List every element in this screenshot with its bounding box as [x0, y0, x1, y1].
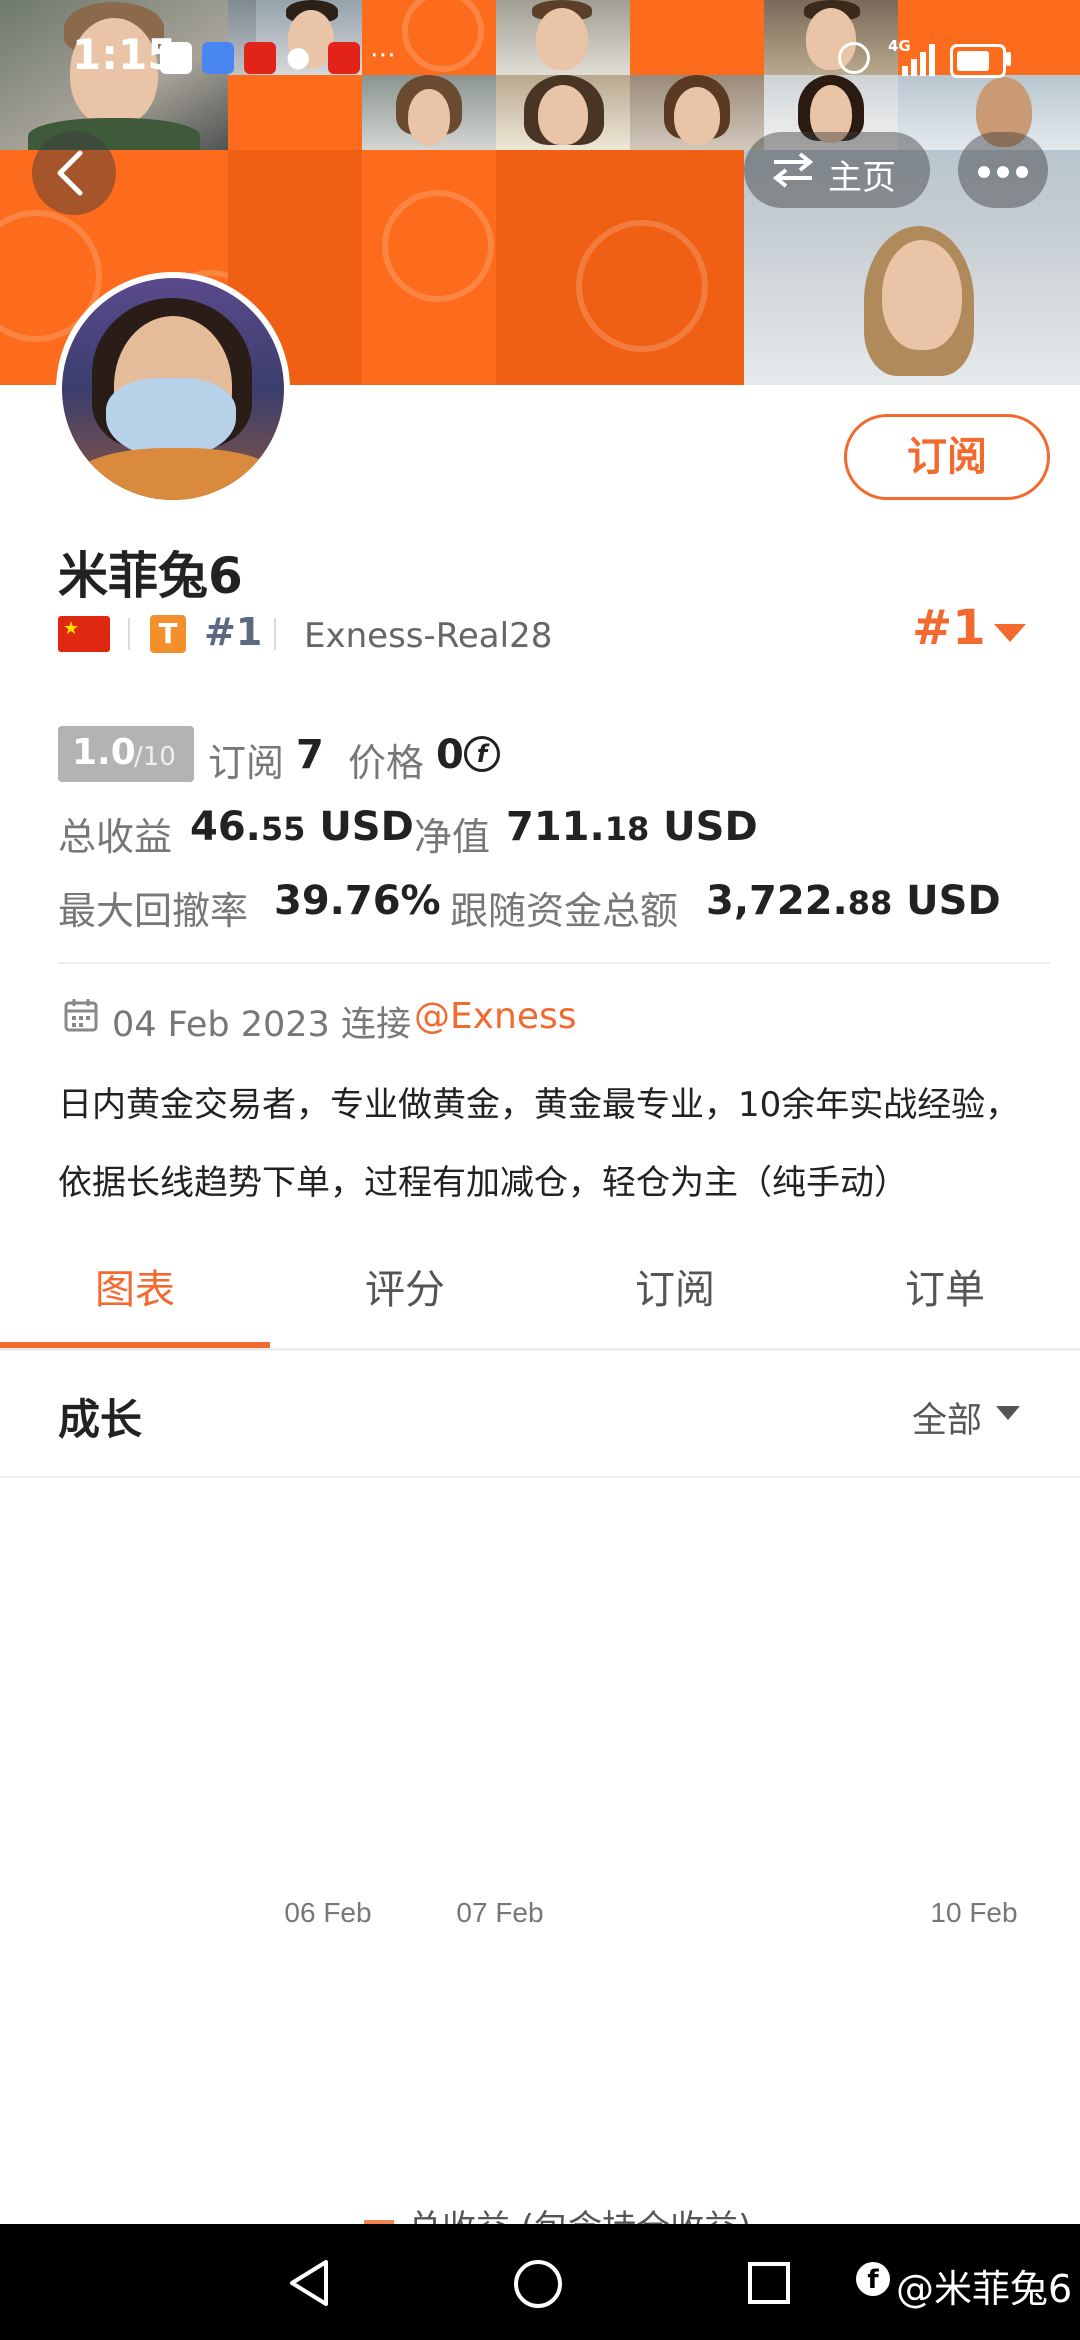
- equity-value: 711.18 USD: [506, 804, 758, 850]
- more-button[interactable]: [958, 132, 1048, 208]
- rating-badge: 1.0 /10: [58, 726, 194, 782]
- weibo-icon: f: [856, 2262, 890, 2296]
- pattern-tile: [362, 150, 496, 385]
- avatar[interactable]: [56, 272, 290, 506]
- section-title: 成长: [58, 1395, 143, 1444]
- server-name: Exness-Real28: [304, 616, 553, 656]
- music-icon: [202, 42, 234, 74]
- join-date: 04 Feb 2023 连接: [112, 1005, 411, 1045]
- total-profit-value: 46.55 USD: [190, 804, 414, 850]
- rating-max: /10: [134, 742, 176, 772]
- chevron-left-icon: [57, 150, 83, 196]
- wechat-icon: ●: [286, 40, 311, 73]
- trader-name: 米菲兔6: [58, 547, 243, 605]
- app-icon: [328, 42, 360, 74]
- battery-icon: [950, 44, 1006, 78]
- alarm-icon: [838, 42, 870, 74]
- square-recent-icon[interactable]: [746, 2260, 792, 2306]
- divider: [0, 1476, 1080, 1478]
- total-profit-label: 总收益: [58, 815, 173, 859]
- period-select[interactable]: 全部: [912, 1392, 982, 1443]
- subscribers-value: 7: [296, 732, 324, 778]
- x-tick-label: 07 Feb: [456, 1897, 543, 1928]
- subscribers-label: 订阅: [208, 741, 285, 785]
- caret-down-icon[interactable]: [996, 1406, 1020, 1420]
- max-drawdown-label: 最大回撤率: [58, 889, 249, 933]
- signal-icon: [900, 40, 940, 76]
- max-drawdown-value: 39.76%: [274, 878, 441, 924]
- pattern-tile: [496, 150, 744, 385]
- tab-rating[interactable]: 评分: [270, 1240, 540, 1340]
- x-tick-label: 06 Feb: [284, 1897, 371, 1928]
- divider: [58, 962, 1050, 964]
- currency-icon: f: [464, 736, 500, 772]
- back-button[interactable]: [32, 131, 116, 215]
- mask: [106, 378, 236, 458]
- app-notification-icon: [160, 42, 192, 74]
- broker-link[interactable]: @Exness: [414, 996, 577, 1037]
- news-icon: [244, 42, 276, 74]
- growth-chart: 800-80-160-240-32006 Feb07 Feb10 Feb 46.…: [284, 1897, 1017, 1928]
- price-value: 0: [436, 732, 464, 778]
- equity-label: 净值: [414, 815, 491, 859]
- tier-badge: T: [150, 615, 186, 653]
- rank-dropdown[interactable]: #1: [912, 600, 986, 656]
- triangle-back-icon[interactable]: [286, 2258, 332, 2308]
- caret-down-icon[interactable]: [994, 624, 1026, 642]
- rating-value: 1.0: [72, 732, 136, 773]
- china-flag-icon: ★: [58, 616, 110, 652]
- x-tick-label: 10 Feb: [930, 1897, 1017, 1928]
- watermark: @米菲兔6: [896, 2267, 1073, 2311]
- circle-home-icon[interactable]: [512, 2258, 564, 2310]
- user-photo: [744, 220, 1080, 385]
- follow-funds-value: 3,722.88 USD: [706, 878, 1001, 924]
- tab-subscriptions[interactable]: 订阅: [540, 1240, 810, 1340]
- trader-bio: 日内黄金交易者，专业做黄金，黄金最专业，10余年实战经验，依据长线趋势下单，过程…: [58, 1085, 1020, 1203]
- more-notifications-icon: ⋯: [370, 40, 396, 70]
- trader-rank: #1: [204, 610, 263, 654]
- tab-chart[interactable]: 图表: [0, 1240, 270, 1340]
- tab-orders[interactable]: 订单: [810, 1240, 1080, 1340]
- swap-icon: [772, 152, 814, 188]
- price-label: 价格: [348, 741, 425, 785]
- subscribe-button[interactable]: 订阅: [844, 414, 1050, 500]
- home-button-label: 主页: [828, 158, 896, 198]
- status-bar: 1:15 ● ⋯ 4G: [0, 0, 1080, 118]
- home-button[interactable]: 主页: [744, 132, 930, 208]
- follow-funds-label: 跟随资金总额: [450, 889, 679, 933]
- calendar-icon: [64, 999, 98, 1032]
